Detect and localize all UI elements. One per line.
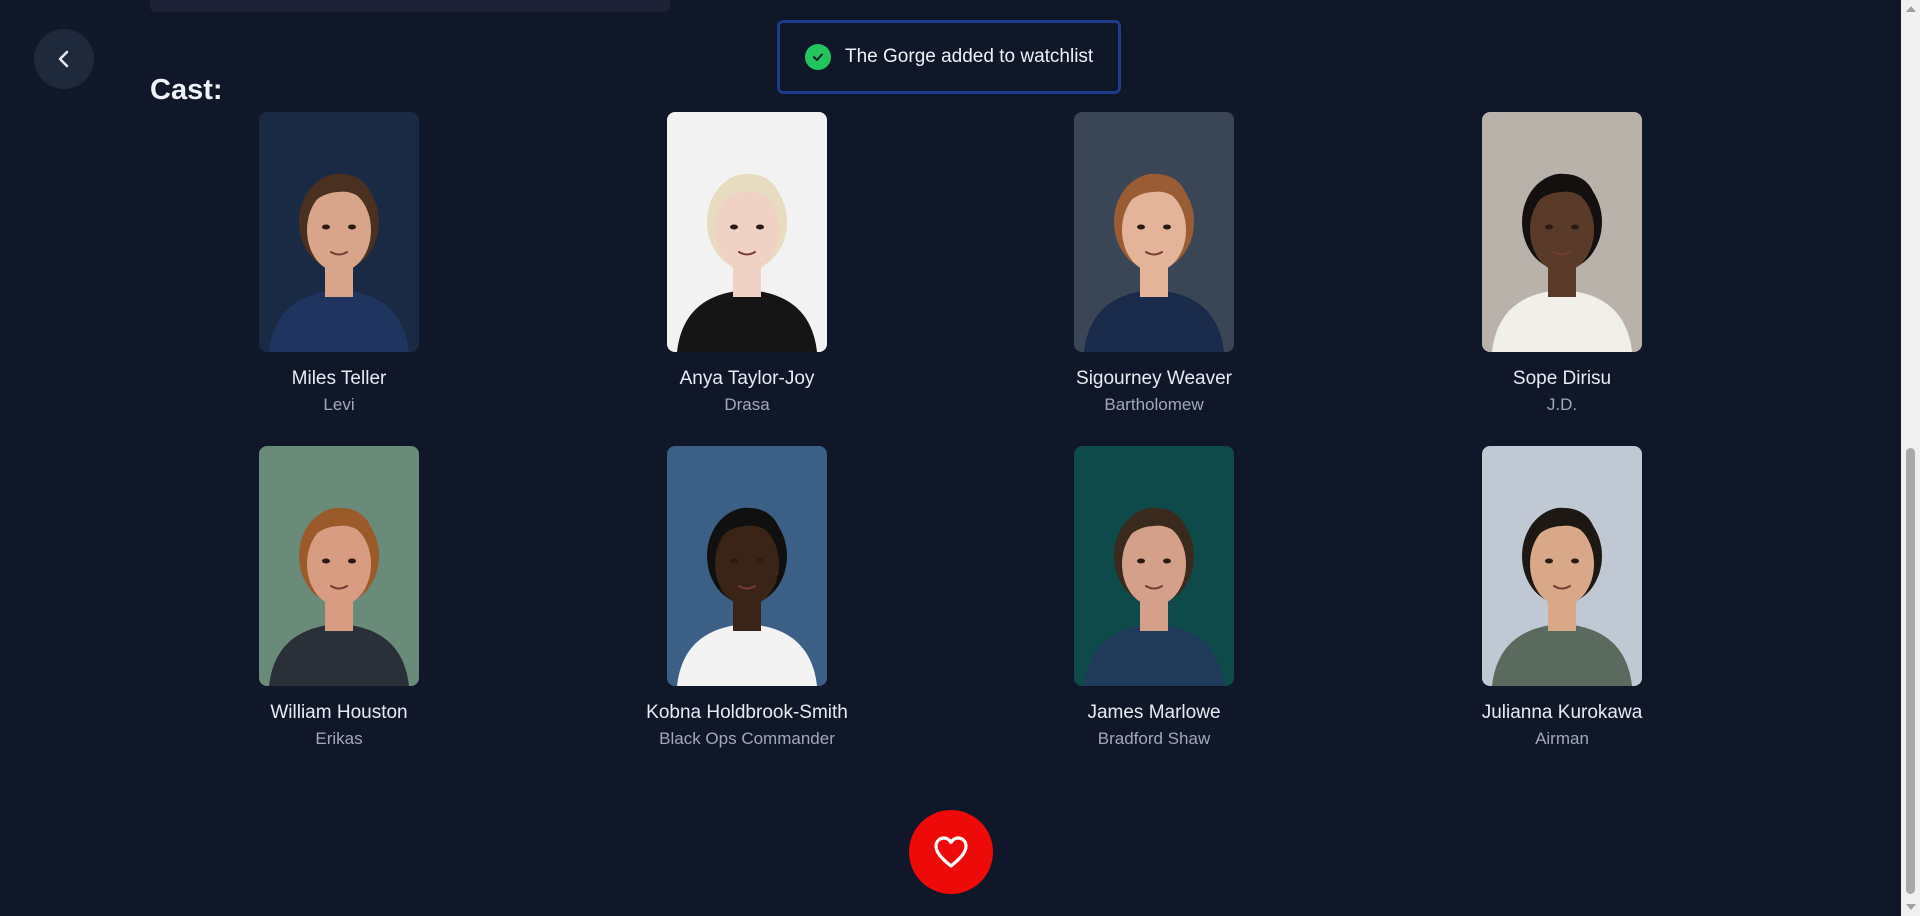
heart-icon [934,836,968,868]
actor-name: Sope Dirisu [1512,368,1612,389]
character-name: Bartholomew [1104,395,1204,414]
character-name: Bradford Shaw [1097,729,1211,748]
actor-name: Sigourney Weaver [1076,368,1232,389]
character-name: Black Ops Commander [659,729,835,748]
character-name: Levi [323,395,355,414]
cast-card[interactable]: William Houston Erikas [209,446,469,750]
actor-name: Julianna Kurokawa [1481,702,1643,723]
vertical-scrollbar[interactable] [1901,0,1920,916]
cast-card[interactable]: Kobna Holdbrook-Smith Black Ops Commander [617,446,877,750]
actor-photo [259,446,419,686]
favorite-button[interactable] [909,810,993,894]
actor-photo [1482,446,1642,686]
actor-name: Anya Taylor-Joy [679,368,815,389]
character-name: Erikas [315,729,363,748]
actor-name: Miles Teller [291,368,387,389]
toast-message: The Gorge added to watchlist [845,46,1094,67]
watchlist-toast: The Gorge added to watchlist [777,20,1121,94]
character-name: Airman [1535,729,1589,748]
movie-detail-page: The Gorge added to watchlist Cast: Miles… [0,0,1920,916]
cast-card[interactable]: Anya Taylor-Joy Drasa [617,112,877,416]
actor-photo [667,112,827,352]
cast-card[interactable]: James Marlowe Bradford Shaw [1024,446,1284,750]
scrolled-content-card [150,0,670,12]
back-button[interactable] [34,29,94,89]
character-name: J.D. [1546,395,1578,414]
actor-photo [1482,112,1642,352]
actor-photo [259,112,419,352]
chevron-left-icon [58,50,69,68]
check-circle-icon [805,44,831,70]
cast-card[interactable]: Sigourney Weaver Bartholomew [1024,112,1284,416]
cast-section-title: Cast: [150,74,223,106]
cast-card[interactable]: Julianna Kurokawa Airman [1432,446,1692,750]
cast-card[interactable]: Sope Dirisu J.D. [1432,112,1692,416]
scroll-down-arrow-icon[interactable] [1906,904,1916,910]
scroll-up-arrow-icon[interactable] [1906,6,1916,12]
actor-name: William Houston [270,702,408,723]
scrollbar-thumb[interactable] [1906,448,1915,894]
actor-photo [667,446,827,686]
actor-name: James Marlowe [1087,702,1221,723]
actor-photo [1074,112,1234,352]
actor-photo [1074,446,1234,686]
character-name: Drasa [724,395,770,414]
actor-name: Kobna Holdbrook-Smith [646,702,848,723]
cast-card[interactable]: Miles Teller Levi [209,112,469,416]
